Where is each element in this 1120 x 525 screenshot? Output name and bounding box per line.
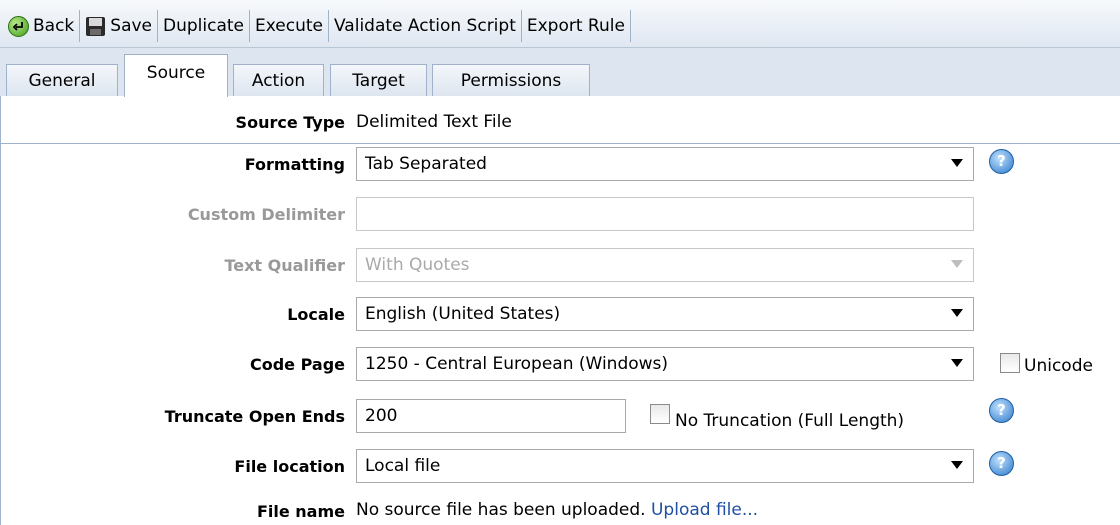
chevron-down-icon (951, 359, 963, 367)
formatting-select[interactable]: Tab Separated (356, 147, 974, 181)
file-location-value: Local file (365, 456, 441, 476)
toolbar-separator (629, 10, 634, 42)
text-qualifier-label: Text Qualifier (224, 256, 345, 275)
truncate-help-icon[interactable]: ? (989, 398, 1014, 423)
tab-action-label: Action (251, 70, 306, 91)
no-truncation-checkbox[interactable] (650, 404, 670, 424)
toolbar-buttons: Back Save Duplicate Execute Validate Act… (6, 10, 840, 42)
floppy-disk-icon (85, 16, 106, 37)
custom-delimiter-input[interactable] (356, 197, 974, 231)
save-label: Save (110, 16, 153, 36)
toolbar: Back Save Duplicate Execute Validate Act… (0, 0, 1120, 48)
chevron-down-icon (951, 260, 963, 268)
tab-source[interactable]: Source (124, 54, 228, 97)
validate-label: Validate Action Script (334, 16, 516, 36)
duplicate-button[interactable]: Duplicate (157, 10, 249, 42)
file-location-label: File location (234, 457, 345, 476)
source-type-label: Source Type (235, 113, 345, 132)
validate-action-script-button[interactable]: Validate Action Script (328, 10, 521, 42)
chevron-down-icon (951, 309, 963, 317)
code-page-select[interactable]: 1250 - Central European (Windows) (356, 347, 974, 381)
truncate-input[interactable]: 200 (356, 399, 626, 433)
chevron-down-icon (951, 461, 963, 469)
export-rule-button[interactable]: Export Rule (520, 10, 630, 42)
tab-bar: General Source Action Target Permissions (0, 48, 1120, 144)
tab-underline (0, 143, 1120, 144)
tab-action[interactable]: Action (233, 64, 324, 96)
locale-value: English (United States) (365, 304, 561, 324)
unicode-checkbox[interactable] (1000, 353, 1020, 373)
tab-general-label: General (28, 70, 96, 91)
tab-permissions-label: Permissions (460, 70, 562, 91)
export-label: Export Rule (526, 16, 625, 36)
locale-select[interactable]: English (United States) (356, 297, 974, 331)
file-location-help-icon[interactable]: ? (989, 451, 1014, 476)
chevron-down-icon (951, 159, 963, 167)
truncate-label: Truncate Open Ends (164, 407, 345, 426)
upload-file-link[interactable]: Upload file... (651, 500, 758, 520)
file-location-select[interactable]: Local file (356, 449, 974, 483)
file-name-status-text: No source file has been uploaded. (356, 500, 646, 520)
content-left-border (0, 96, 1, 525)
code-page-label: Code Page (249, 355, 345, 374)
tab-target-label: Target (352, 70, 405, 91)
text-qualifier-value: With Quotes (365, 255, 470, 275)
tab-target[interactable]: Target (330, 64, 427, 96)
file-name-status: No source file has been uploaded. Upload… (356, 500, 758, 520)
execute-button[interactable]: Execute (249, 10, 328, 42)
execute-label: Execute (255, 16, 323, 36)
tab-permissions[interactable]: Permissions (432, 64, 590, 96)
no-truncation-label: No Truncation (Full Length) (675, 411, 905, 431)
tab-general[interactable]: General (6, 64, 118, 96)
back-button[interactable]: Back (6, 10, 79, 42)
tab-source-label: Source (146, 63, 206, 83)
code-page-value: 1250 - Central European (Windows) (365, 354, 669, 374)
back-label: Back (33, 16, 75, 36)
formatting-value: Tab Separated (365, 154, 487, 174)
locale-label: Locale (287, 305, 345, 324)
truncate-value: 200 (365, 406, 398, 426)
save-button[interactable]: Save (79, 10, 157, 42)
text-qualifier-select[interactable]: With Quotes (356, 248, 974, 282)
back-arrow-icon (8, 15, 29, 37)
file-name-label: File name (256, 502, 345, 521)
unicode-label: Unicode (1024, 356, 1093, 376)
formatting-help-icon[interactable]: ? (989, 149, 1014, 174)
source-type-value: Delimited Text File (356, 112, 512, 132)
formatting-label: Formatting (244, 155, 345, 174)
custom-delimiter-label: Custom Delimiter (187, 205, 345, 224)
duplicate-label: Duplicate (163, 16, 245, 36)
